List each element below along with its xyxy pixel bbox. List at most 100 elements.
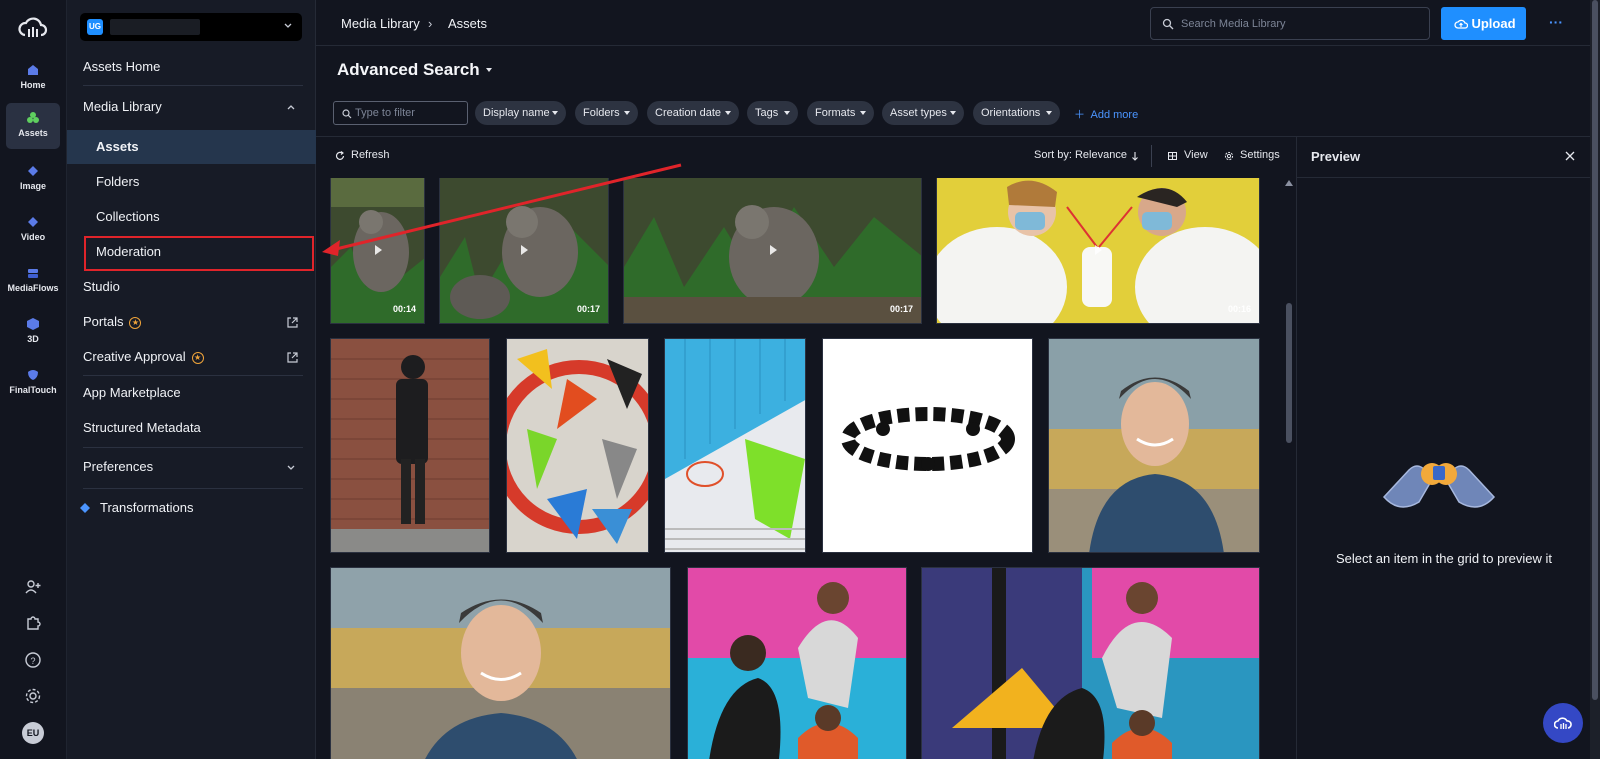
home-icon [28,65,38,75]
nav-transformations[interactable]: Transformations [100,491,320,525]
nav-portals[interactable]: Portals ★ [83,305,303,339]
assistant-fab-button[interactable] [1543,703,1583,743]
add-user-icon[interactable] [23,577,43,597]
help-icon[interactable]: ? [23,650,43,670]
filter-chip-asset-types[interactable]: Asset types [882,101,964,125]
chevron-down-icon [950,111,956,115]
filter-chip-creation-date[interactable]: Creation date [647,101,739,125]
asset-tile-image[interactable] [1048,338,1260,553]
rail-3d[interactable]: 3D [6,309,60,355]
nav-media-library[interactable]: Media Library [83,90,303,124]
filter-chip-tags[interactable]: Tags [747,101,798,125]
asset-tile-image[interactable] [687,567,907,759]
asset-tile-image[interactable] [506,338,649,553]
asset-tile-image[interactable] [664,338,806,553]
type-to-filter[interactable] [333,101,468,125]
sort-arrow-down-icon [1132,152,1138,161]
filter-chip-formats[interactable]: Formats [807,101,874,125]
page-scrollbar-thumb[interactable] [1592,0,1598,700]
settings-button[interactable]: Settings [1240,149,1280,161]
rail-image[interactable]: Image [6,156,60,202]
video-duration: 00:17 [889,304,913,314]
rail-mediaflows[interactable]: MediaFlows [6,258,60,304]
chevron-down-icon [552,111,558,115]
filter-input[interactable] [355,105,465,121]
finaltouch-icon [28,370,38,380]
rail-assets[interactable]: Assets [6,103,60,149]
page-scrollbar[interactable] [1590,0,1600,759]
nav-studio[interactable]: Studio [83,270,303,304]
plus-icon: ＋ [1074,109,1085,121]
add-more-filters-link[interactable]: ＋ Add more [1074,106,1138,122]
nav-sub-collections[interactable]: Collections [67,200,316,234]
caret-down-icon[interactable] [484,66,494,74]
chevron-down-icon [725,111,731,115]
sort-by-dropdown[interactable]: Sort by: Relevance [1034,149,1127,161]
view-button[interactable]: View [1184,149,1208,161]
preview-empty-message: Select an item in the grid to preview it [1335,551,1553,566]
nav-creative-approval[interactable]: Creative Approval ★ [83,340,303,374]
play-icon [1095,245,1102,255]
nav-divider [83,85,303,86]
upload-button[interactable]: Upload [1441,7,1526,40]
rail-finaltouch[interactable]: FinalTouch [6,360,60,406]
annotation-arrow-icon [322,163,682,256]
nav-divider [83,447,303,448]
nav-preferences[interactable]: Preferences [83,450,303,484]
nav-sub-folders[interactable]: Folders [67,165,316,199]
top-bar: Media Library › Assets Upload ··· [316,0,1600,46]
search-media-library[interactable] [1150,7,1430,40]
asset-tile-image[interactable] [330,567,671,759]
external-link-icon[interactable] [286,316,299,329]
filter-chip-folders[interactable]: Folders [575,101,638,125]
rail-finaltouch-label: FinalTouch [9,385,57,395]
nav-assets-home[interactable]: Assets Home [83,50,303,84]
cloud-badge: UG [87,19,103,35]
advanced-search-title[interactable]: Advanced Search [337,60,480,80]
skydivers-thumbnail [823,339,1032,552]
rail-video[interactable]: Video [6,207,60,253]
chip-label: Formats [815,107,856,119]
user-avatar[interactable]: EU [22,722,44,744]
preview-divider [1297,177,1591,178]
scrollbar-thumb[interactable] [1286,303,1292,443]
chevron-down-icon [284,23,292,28]
cloudinary-logo-icon[interactable] [18,16,48,40]
asset-tile-image[interactable] [822,338,1033,553]
filter-chip-display-name[interactable]: Display name [475,101,566,125]
rail-3d-label: 3D [27,334,39,344]
chevron-down-icon [1046,111,1052,115]
breadcrumb-assets: Assets [448,16,488,31]
rail-home-label: Home [20,80,46,90]
filter-chip-orientations[interactable]: Orientations [973,101,1060,125]
more-options-button[interactable]: ··· [1546,14,1566,30]
scroll-up-arrow-icon[interactable] [1285,180,1293,186]
nav-app-marketplace[interactable]: App Marketplace [83,376,303,410]
search-input[interactable] [1181,15,1421,33]
grid-scrollbar[interactable] [1284,178,1294,759]
upload-label: Upload [1471,16,1516,31]
cube-icon [27,318,39,330]
side-nav: UG Assets Home Media Library Assets Fold… [67,0,316,759]
asset-tile-image[interactable] [921,567,1260,759]
external-link-icon[interactable] [286,351,299,364]
add-more-label: Add more [1090,109,1139,121]
chevron-up-icon[interactable] [285,101,297,113]
nav-structured-metadata[interactable]: Structured Metadata [83,411,303,445]
grid-view-icon [1168,152,1177,160]
close-icon[interactable] [1564,150,1576,162]
asset-tile-image[interactable] [330,338,490,553]
puzzle-icon[interactable] [23,613,43,633]
breadcrumb-media-library[interactable]: Media Library [341,16,420,31]
settings-gear-icon[interactable] [23,686,43,706]
chip-label: Orientations [981,107,1041,119]
man-brick-wall-thumbnail [331,339,489,552]
preview-pane: Preview Select an item in the grid to pr… [1296,136,1591,759]
rail-home[interactable]: Home [6,55,60,101]
chevron-down-icon[interactable] [285,461,297,473]
hands-illustration-icon [1382,463,1496,508]
asset-tile-video[interactable]: 00:16 [936,178,1260,324]
cloud-selector[interactable]: UG [80,13,302,41]
nav-sub-assets[interactable]: Assets [67,130,316,164]
chip-label: Folders [583,107,620,119]
